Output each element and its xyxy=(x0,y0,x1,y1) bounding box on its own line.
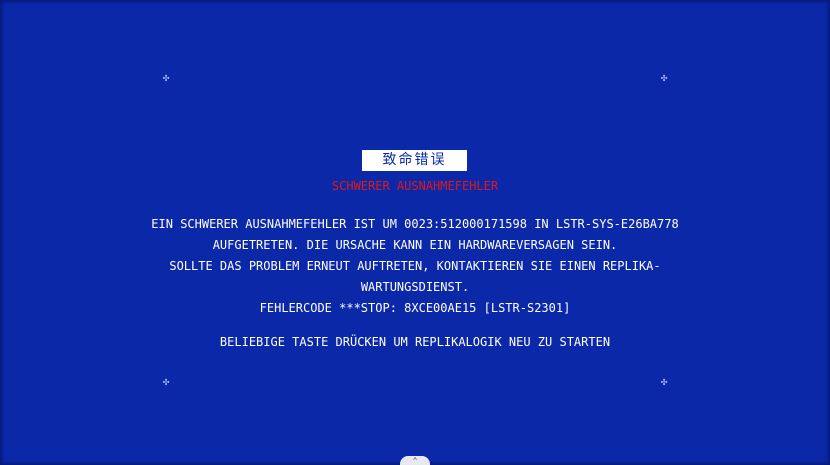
crosshair-icon: ✣ xyxy=(162,375,170,388)
chevron-up-icon[interactable]: ⌃ xyxy=(400,456,430,465)
crosshair-icon: ✣ xyxy=(162,71,170,84)
error-subtitle: SCHWERER AUSNAHMEFEHLER xyxy=(331,179,499,193)
error-message-line: SOLLTE DAS PROBLEM ERNEUT AUFTRETEN, KON… xyxy=(169,259,661,273)
crosshair-icon: ✣ xyxy=(660,71,668,84)
error-message-line: EIN SCHWERER AUSNAHMEFEHLER IST UM 0023:… xyxy=(151,217,679,231)
error-title-badge: 致命错误 xyxy=(362,150,467,171)
error-code-line: FEHLERCODE ***STOP: 8XCE00AE15 [LSTR-S23… xyxy=(259,301,571,315)
error-message: EIN SCHWERER AUSNAHMEFEHLER IST UM 0023:… xyxy=(0,216,830,321)
restart-prompt: BELIEBIGE TASTE DRÜCKEN UM REPLIKALOGIK … xyxy=(219,335,611,349)
crosshair-icon: ✣ xyxy=(660,375,668,388)
error-screen[interactable]: ✣ ✣ ✣ ✣ 致命错误 SCHWERER AUSNAHMEFEHLER EIN… xyxy=(0,0,830,465)
error-message-line: AUFGETRETEN. DIE URSACHE KANN EIN HARDWA… xyxy=(212,238,618,252)
error-message-line: WARTUNGSDIENST. xyxy=(360,280,470,294)
